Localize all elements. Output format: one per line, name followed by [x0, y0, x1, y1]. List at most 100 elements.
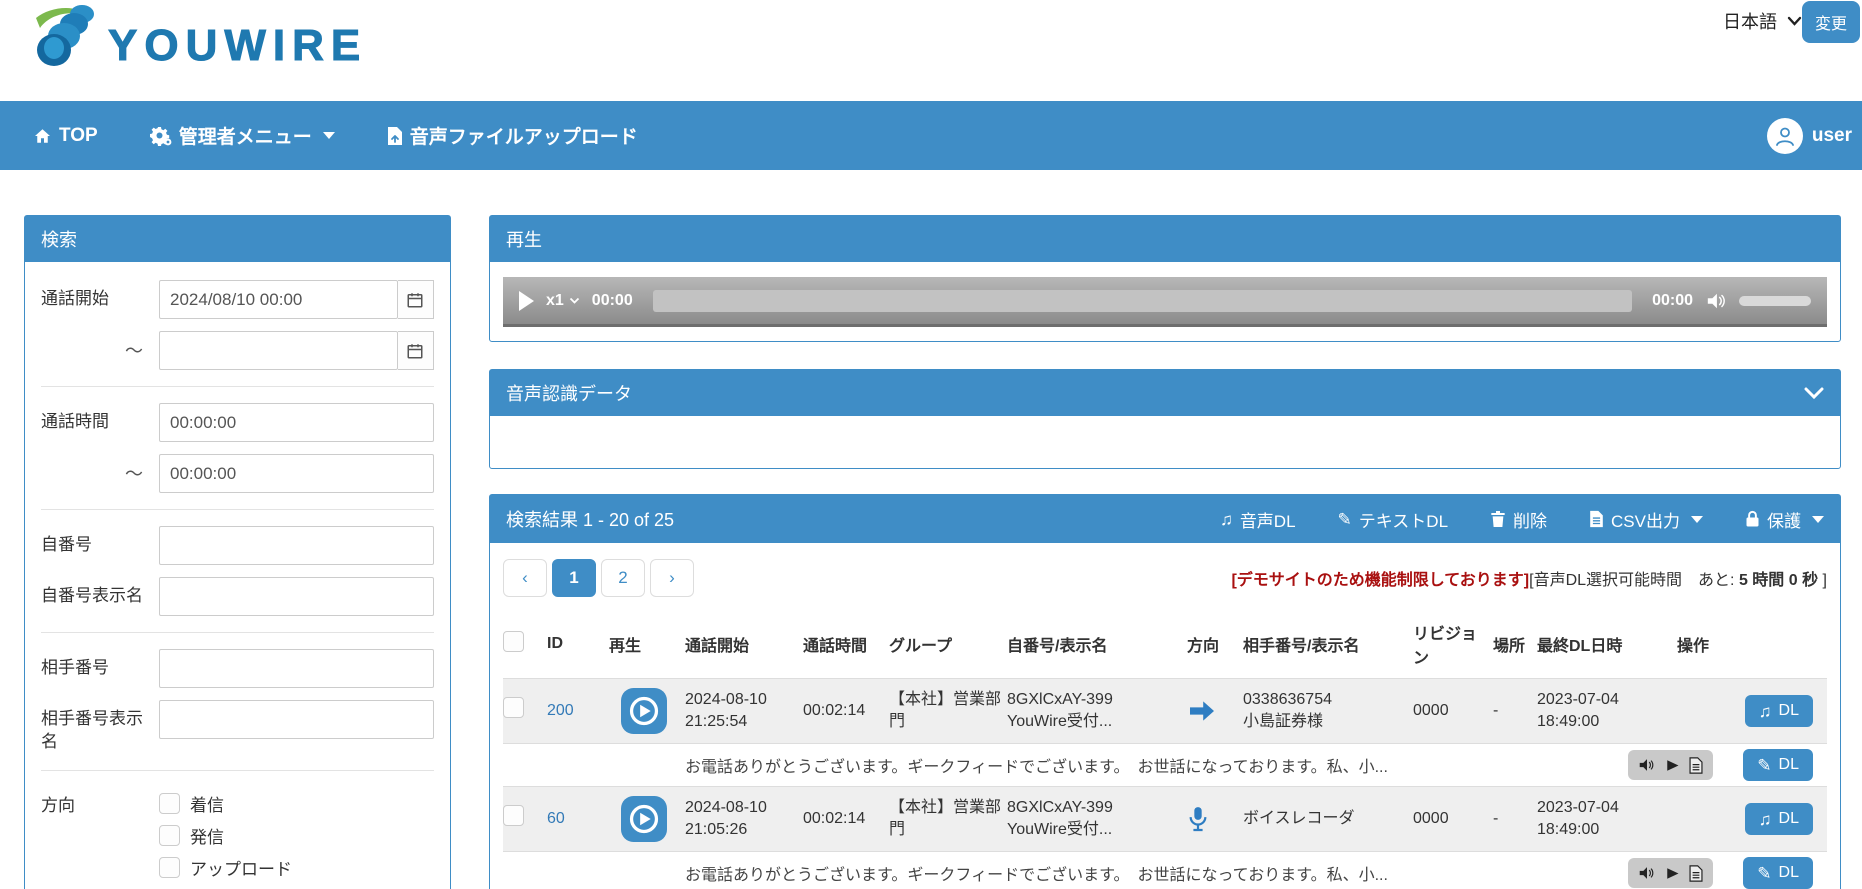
pagination-page-1[interactable]: 1 [552, 559, 596, 597]
search-form: 通話開始 〜 通話時間 [25, 262, 450, 889]
play-record-button[interactable] [621, 796, 667, 842]
youwire-swirl-icon [30, 2, 108, 72]
own-number-input[interactable] [159, 526, 434, 565]
results-table: ID 再生 通話開始 通話時間 グループ 自番号/表示名 方向 相手番号/表示名… [503, 612, 1827, 889]
playback-speed-selector[interactable]: x1 [546, 292, 580, 310]
partner-number-input[interactable] [159, 649, 434, 688]
caret-down-icon [1691, 515, 1703, 523]
table-row: 200 2024-08-10 21:25:54 00:02:14 【本社】営業部門… [503, 678, 1827, 743]
change-language-button[interactable]: 変更 [1802, 1, 1860, 43]
own-number-label: 自番号 [41, 535, 92, 554]
play-arrow-icon [1667, 759, 1679, 771]
user-avatar [1766, 117, 1803, 154]
pagination-next-button[interactable]: › [650, 559, 694, 597]
pencil-icon: ✎ [1757, 755, 1772, 775]
chevron-down-icon[interactable] [1804, 387, 1824, 400]
speech-recognition-body [490, 416, 1840, 468]
partner-number-name-label: 相手番号表示名 [41, 709, 143, 751]
csv-export-button[interactable]: CSV出力 [1589, 507, 1703, 532]
results-panel: 検索結果 1 - 20 of 25 ♫ 音声DL ✎ テキストDL 削除 CSV… [489, 494, 1841, 889]
duration-to-input[interactable] [159, 454, 434, 493]
pagination-page-2[interactable]: 2 [601, 559, 645, 597]
main-navbar: TOP 管理者メニュー 音声ファイルアップロード user [0, 101, 1862, 170]
nav-item-top[interactable]: TOP [0, 101, 124, 170]
music-note-icon: ♫ [1758, 809, 1772, 829]
player-panel-title: 再生 [506, 230, 542, 250]
navbar-user[interactable]: user [1766, 117, 1862, 154]
checkbox[interactable] [159, 792, 180, 814]
partner-number-name-input[interactable] [159, 700, 434, 739]
top-header: YOUWIRE 日本語 変更 [0, 0, 1862, 100]
player-panel: 再生 x1 00:00 00:00 [489, 215, 1841, 342]
pencil-icon: ✎ [1757, 863, 1772, 883]
search-panel-header: 検索 [25, 216, 450, 262]
audio-player: x1 00:00 00:00 [503, 277, 1827, 327]
play-record-button[interactable] [621, 688, 667, 734]
text-download-button[interactable]: ✎ テキストDL [1338, 507, 1448, 532]
checkbox[interactable] [159, 856, 180, 878]
volume-slider[interactable] [1739, 295, 1811, 306]
protect-button[interactable]: 保護 [1745, 507, 1824, 532]
calendar-icon[interactable] [397, 280, 434, 319]
nav-item-label: TOP [59, 124, 98, 146]
own-number-name-label: 自番号表示名 [41, 586, 143, 605]
lock-icon [1745, 510, 1760, 528]
call-start-to-input[interactable] [159, 331, 398, 370]
speech-recognition-panel: 音声認識データ [489, 369, 1841, 469]
page: YOUWIRE 日本語 変更 TOP 管理者メニュー 音声ファイルアップロード … [0, 0, 1862, 889]
music-note-icon: ♫ [1758, 701, 1772, 721]
checkbox[interactable] [159, 824, 180, 846]
audio-download-button[interactable]: ♫ 音声DL [1220, 507, 1295, 532]
chevron-down-icon [1787, 16, 1802, 26]
search-panel: 検索 通話開始 〜 [24, 215, 451, 889]
partner-number-label: 相手番号 [41, 658, 109, 677]
home-icon [33, 127, 52, 145]
transcript-row: お電話ありがとうございます。ギークフィードでございます。 お世話になっております… [503, 851, 1827, 889]
results-table-header: ID 再生 通話開始 通話時間 グループ 自番号/表示名 方向 相手番号/表示名… [503, 612, 1827, 678]
results-title: 検索結果 1 - 20 of 25 [506, 510, 675, 530]
record-id-link[interactable]: 60 [547, 810, 565, 827]
speaker-icon [1640, 867, 1654, 879]
text-dl-button[interactable]: ✎ DL [1743, 857, 1813, 889]
search-panel-title: 検索 [41, 230, 77, 250]
call-start-from-input[interactable] [159, 280, 398, 319]
text-dl-button[interactable]: ✎ DL [1743, 749, 1813, 781]
trash-icon [1490, 510, 1506, 528]
duration-from-input[interactable] [159, 403, 434, 442]
caret-down-icon [322, 132, 335, 139]
row-checkbox[interactable] [503, 697, 524, 719]
direction-option-upload[interactable]: アップロード [159, 855, 326, 880]
player-panel-header: 再生 [490, 216, 1840, 262]
delete-button[interactable]: 削除 [1490, 507, 1547, 532]
pagination-prev-button[interactable]: ‹ [503, 559, 547, 597]
language-label: 日本語 [1723, 12, 1777, 32]
range-tilde: 〜 [125, 341, 143, 361]
nav-item-admin-menu[interactable]: 管理者メニュー [124, 101, 361, 170]
audio-dl-button[interactable]: ♫ DL [1744, 695, 1813, 727]
file-upload-icon [387, 126, 403, 146]
seek-bar[interactable] [652, 289, 1633, 312]
nav-item-label: 管理者メニュー [178, 127, 312, 148]
transcript-tools[interactable] [1628, 858, 1714, 888]
own-number-name-input[interactable] [159, 577, 434, 616]
call-start-label: 通話開始 [41, 289, 109, 308]
volume-icon[interactable] [1705, 291, 1727, 311]
nav-item-audio-upload[interactable]: 音声ファイルアップロード [361, 101, 664, 170]
language-selector[interactable]: 日本語 [1723, 8, 1802, 34]
gears-icon [149, 126, 172, 146]
direction-option-incoming[interactable]: 着信 [159, 791, 326, 816]
logo-text: YOUWIRE [107, 21, 368, 70]
play-arrow-icon [1667, 867, 1679, 879]
speech-recognition-header[interactable]: 音声認識データ [490, 370, 1840, 416]
calendar-icon[interactable] [397, 331, 434, 370]
transcript-text: お電話ありがとうございます。ギークフィードでございます。 お世話になっております… [685, 759, 1388, 776]
record-id-link[interactable]: 200 [547, 702, 574, 719]
transcript-tools[interactable] [1628, 750, 1714, 780]
direction-option-outgoing[interactable]: 発信 [159, 823, 326, 848]
select-all-checkbox[interactable] [503, 631, 524, 652]
row-checkbox[interactable] [503, 805, 524, 827]
play-icon[interactable] [519, 290, 534, 311]
audio-dl-button[interactable]: ♫ DL [1744, 803, 1813, 835]
user-name: user [1811, 124, 1852, 146]
document-icon [1689, 756, 1703, 774]
